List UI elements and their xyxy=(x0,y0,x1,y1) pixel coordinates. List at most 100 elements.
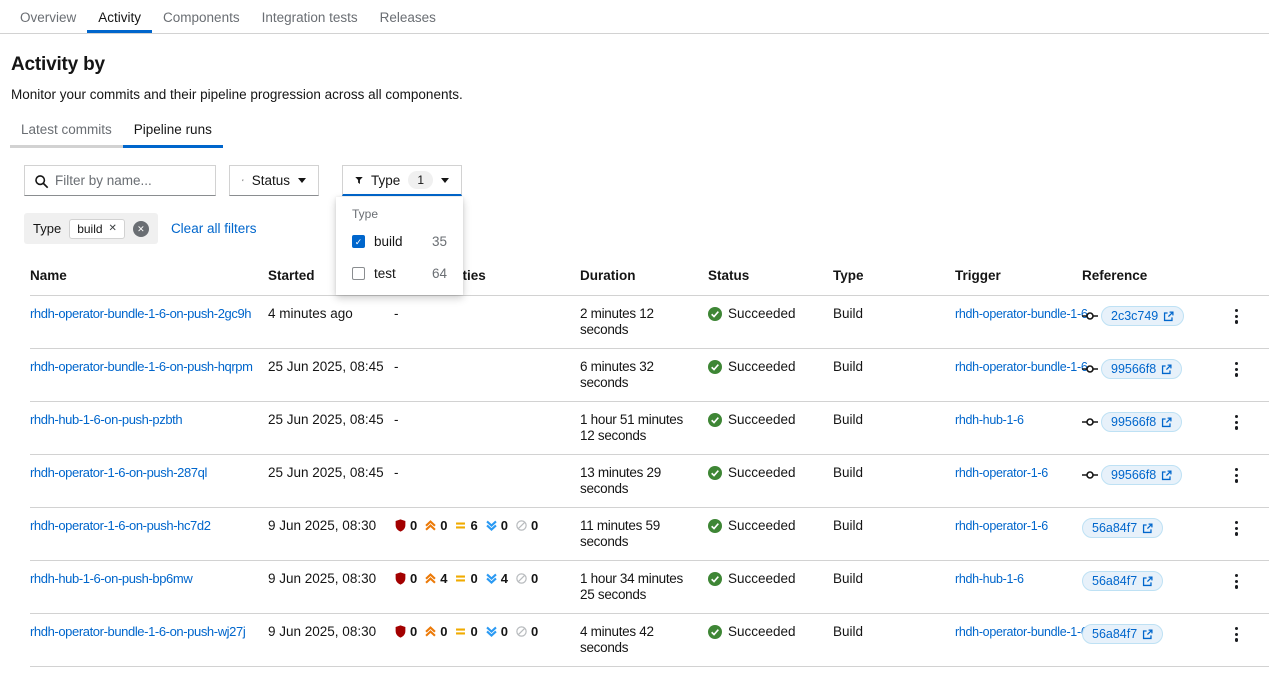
pipeline-run-link[interactable]: rhdh-hub-1-6-on-push-pzbth xyxy=(30,412,182,427)
vuln-low-count: 0 xyxy=(501,624,508,639)
reference-cell: 99566f8 xyxy=(1082,402,1230,455)
name-cell: rhdh-operator-1-6-on-push-287ql xyxy=(30,455,268,508)
trigger-link[interactable]: rhdh-operator-1-6 xyxy=(955,466,1048,480)
chevron-down-icon xyxy=(298,178,306,183)
reference-cell: 05b3000 xyxy=(1082,667,1230,673)
vulnerabilities-empty: - xyxy=(394,306,399,321)
status-label: Succeeded xyxy=(728,306,796,321)
column-header-trigger: Trigger xyxy=(955,262,1082,296)
medium-severity-icon xyxy=(454,519,467,532)
reference-badge[interactable]: 99566f8 xyxy=(1101,359,1182,379)
actions-cell xyxy=(1230,667,1269,673)
type-cell: Build xyxy=(833,349,955,402)
pipeline-run-link[interactable]: rhdh-operator-1-6-on-push-hc7d2 xyxy=(30,518,211,533)
duration-cell: 6 minutes 32 seconds xyxy=(580,349,708,402)
name-cell: rhdh-hub-1-6-on-push-pzbth xyxy=(30,402,268,455)
row-actions-kebab-button[interactable] xyxy=(1230,465,1243,486)
trigger-link[interactable]: rhdh-operator-1-6 xyxy=(955,519,1048,533)
row-actions-kebab-button[interactable] xyxy=(1230,412,1243,433)
status-label: Succeeded xyxy=(728,518,796,533)
commit-icon xyxy=(1082,467,1098,483)
trigger-link[interactable]: rhdh-hub-1-6 xyxy=(955,413,1024,427)
option-label: build xyxy=(374,234,423,249)
type-cell: Build xyxy=(833,402,955,455)
menu-items: ✓ build 35 test64 xyxy=(336,225,463,289)
type-cell: Build xyxy=(833,455,955,508)
reference-badge[interactable]: 99566f8 xyxy=(1101,465,1182,485)
option-count: 35 xyxy=(432,234,447,249)
reference-badge[interactable]: 99566f8 xyxy=(1101,412,1182,432)
tab-activity[interactable]: Activity xyxy=(87,0,152,33)
vuln-unknown: 0 xyxy=(515,624,538,639)
vuln-unknown: 0 xyxy=(515,571,538,586)
checkbox-test[interactable] xyxy=(352,267,365,280)
type-filter-dropdown[interactable]: Type 1 xyxy=(342,165,462,196)
subtab-latest-commits[interactable]: Latest commits xyxy=(10,117,123,148)
vuln-critical-count: 0 xyxy=(410,571,417,586)
row-actions-kebab-button[interactable] xyxy=(1230,306,1243,327)
trigger-cell: rhdh-operator-1-6 xyxy=(955,455,1082,508)
commit-sha-label: 56a84f7 xyxy=(1092,574,1137,588)
name-cell: rhdh-hub-1-6-on-push-bp6mw xyxy=(30,561,268,614)
pipeline-run-link[interactable]: rhdh-operator-bundle-1-6-on-push-2gc9h xyxy=(30,306,251,321)
pipeline-run-link[interactable]: rhdh-operator-bundle-1-6-on-push-hqrpm xyxy=(30,359,253,374)
table-row: rhdh-operator-1-6-on-push-hc7d29 Jun 202… xyxy=(30,508,1269,561)
row-actions-kebab-button[interactable] xyxy=(1230,359,1243,380)
clear-all-filters-link[interactable]: Clear all filters xyxy=(171,221,257,236)
status-filter-dropdown[interactable]: Status xyxy=(229,165,319,196)
search-input[interactable] xyxy=(55,166,213,195)
reference-badge[interactable]: 2c3c749 xyxy=(1101,306,1184,326)
pipeline-run-link[interactable]: rhdh-operator-1-6-on-push-287ql xyxy=(30,465,207,480)
tab-integration-tests[interactable]: Integration tests xyxy=(251,0,369,33)
pipeline-run-link[interactable]: rhdh-operator-bundle-1-6-on-push-wj27j xyxy=(30,624,245,639)
page-title: Activity by xyxy=(11,54,1269,76)
clear-chip-group-button[interactable]: ✕ xyxy=(133,221,149,237)
pipeline-run-link[interactable]: rhdh-hub-1-6-on-push-bp6mw xyxy=(30,571,192,586)
reference-badge[interactable]: 56a84f7 xyxy=(1082,518,1163,538)
type-menu-item-test[interactable]: test64 xyxy=(336,257,463,289)
active-filters-row: Type build ✕ ✕ Clear all filters xyxy=(24,213,1269,244)
trigger-link[interactable]: rhdh-operator-bundle-1-6 xyxy=(955,360,1087,374)
selected-count-badge: 1 xyxy=(408,171,433,189)
low-severity-icon xyxy=(485,519,498,532)
external-link-icon xyxy=(1161,470,1172,481)
activity-sub-tab-bar: Latest commits Pipeline runs xyxy=(10,117,1269,148)
table-row: rhdh-operator-bundle-1-6-on-push-wj27j9 … xyxy=(30,614,1269,667)
row-actions-kebab-button[interactable] xyxy=(1230,571,1243,592)
trigger-link[interactable]: rhdh-operator-bundle-1-6 xyxy=(955,625,1087,639)
remove-chip-button[interactable]: ✕ xyxy=(109,224,117,234)
tab-releases[interactable]: Releases xyxy=(369,0,447,33)
vuln-high: 0 xyxy=(424,624,447,639)
success-check-icon xyxy=(708,360,722,374)
started-cell: 29 May 2025, 02:01 xyxy=(268,667,394,673)
tab-overview[interactable]: Overview xyxy=(9,0,87,33)
commit-icon xyxy=(1082,361,1098,377)
table-header-row: Name Started Vulnerabilities Duration St… xyxy=(30,262,1269,296)
success-check-icon xyxy=(708,625,722,639)
row-actions-kebab-button[interactable] xyxy=(1230,518,1243,539)
status-cell: Succeeded xyxy=(708,614,833,667)
subtab-pipeline-runs[interactable]: Pipeline runs xyxy=(123,117,223,148)
started-cell: 4 minutes ago xyxy=(268,296,394,349)
name-cell: rhdh-operator-bundle-1-6-on-push-2gc9h xyxy=(30,296,268,349)
vuln-low: 0 xyxy=(485,624,508,639)
vulnerabilities-cell: - xyxy=(394,296,580,349)
actions-cell xyxy=(1230,561,1269,614)
reference-cell: 2c3c749 xyxy=(1082,296,1230,349)
table-row: rhdh-hub-1-6-on-push-bp6mw9 Jun 2025, 08… xyxy=(30,561,1269,614)
table-row: rhdh-operator-1-6-on-push-vnmxj29 May 20… xyxy=(30,667,1269,673)
trigger-link[interactable]: rhdh-operator-bundle-1-6 xyxy=(955,307,1087,321)
trigger-link[interactable]: rhdh-hub-1-6 xyxy=(955,572,1024,586)
status-cell: Succeeded xyxy=(708,561,833,614)
commit-sha-label: 99566f8 xyxy=(1111,362,1156,376)
type-menu-item-build[interactable]: ✓ build 35 xyxy=(336,225,463,257)
tab-components[interactable]: Components xyxy=(152,0,251,33)
reference-badge[interactable]: 56a84f7 xyxy=(1082,624,1163,644)
reference-cell: 99566f8 xyxy=(1082,349,1230,402)
low-severity-icon xyxy=(485,625,498,638)
checkbox-build[interactable]: ✓ xyxy=(352,235,365,248)
status-cell: Succeeded xyxy=(708,349,833,402)
row-actions-kebab-button[interactable] xyxy=(1230,624,1243,645)
success-check-icon xyxy=(708,307,722,321)
reference-badge[interactable]: 56a84f7 xyxy=(1082,571,1163,591)
